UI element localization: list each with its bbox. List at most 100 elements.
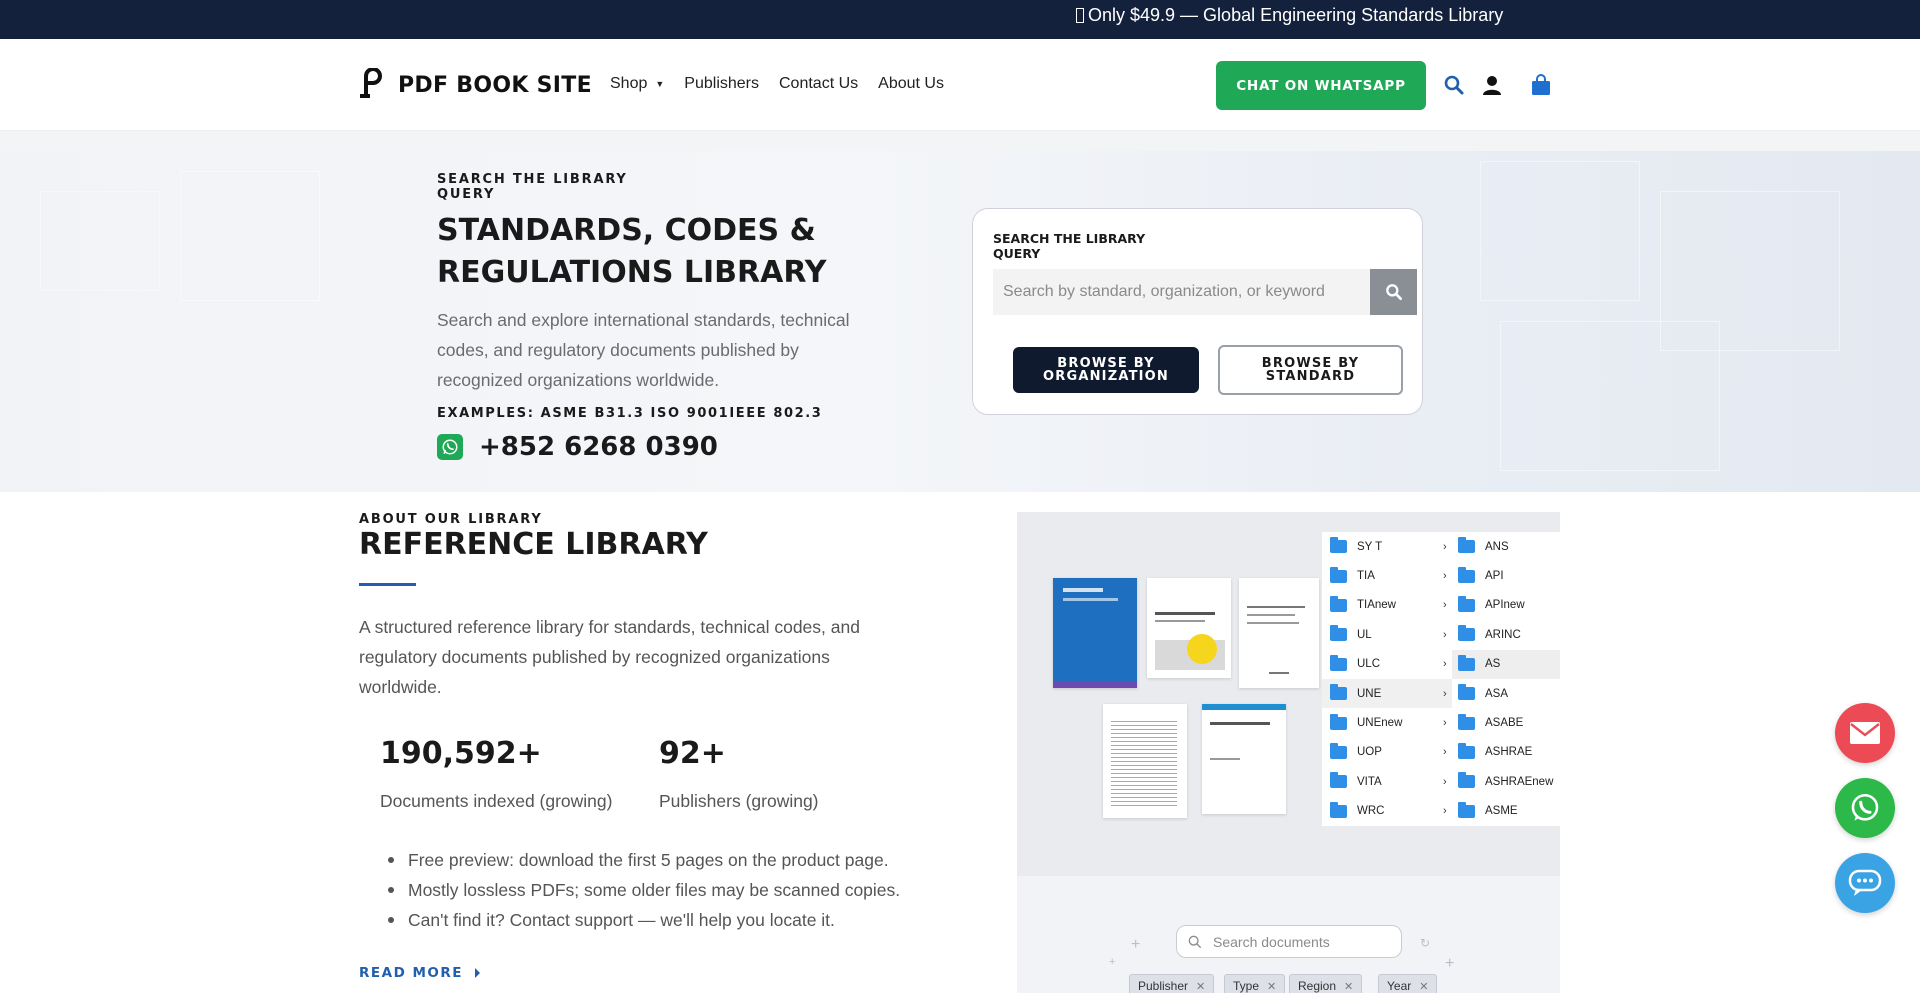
chevron-right-icon: › — [1443, 599, 1447, 612]
folder-icon — [1458, 654, 1475, 671]
folder-row[interactable]: ULC › AS — [1322, 649, 1560, 679]
folder-label: VITA — [1357, 775, 1382, 788]
phone-contact[interactable]: +852 6268 0390 — [437, 432, 718, 462]
nav-item-shop[interactable]: Shop ▼ — [610, 75, 664, 93]
document-thumbnail — [1202, 704, 1286, 814]
stat-publishers: 92+ Publishers (growing) — [659, 736, 819, 812]
announcement-text: Only $49.9 — Global Engineering Standard… — [1088, 5, 1504, 25]
search-input[interactable] — [993, 269, 1375, 315]
folder-row[interactable]: UNEnew › ASABE — [1322, 708, 1560, 737]
hero-eyebrow: SEARCH THE LIBRARY QUERY — [437, 172, 628, 202]
hero-section — [0, 131, 1920, 492]
folder-icon — [1458, 713, 1475, 730]
nav-item-publishers[interactable]: Publishers — [684, 75, 759, 93]
close-icon[interactable]: ✕ — [1196, 980, 1205, 993]
folder-icon — [1330, 742, 1347, 759]
folder-icon — [1458, 684, 1475, 701]
plus-icon: + — [1131, 936, 1141, 953]
chevron-right-icon: › — [1443, 805, 1447, 818]
filter-label: Year — [1387, 979, 1412, 993]
hero-description: Search and explore international standar… — [437, 310, 850, 390]
folder-label: TIA — [1357, 570, 1375, 583]
close-icon[interactable]: ✕ — [1419, 980, 1428, 993]
document-thumbnail — [1239, 578, 1319, 688]
phone-number: +852 6268 0390 — [479, 432, 718, 462]
cart-icon[interactable] — [1529, 73, 1553, 97]
folder-icon — [1330, 713, 1347, 730]
publisher-folder-list: SY T › ANS TIA › API TIAnew › APInew UL › ARINC … — [1322, 532, 1560, 826]
folder-row-selected[interactable]: UNE › ASA — [1322, 678, 1560, 709]
background-tile — [40, 191, 160, 291]
chat-icon — [1848, 869, 1882, 896]
caret-down-icon: ▼ — [655, 79, 665, 89]
page-title: STANDARDS, CODES & REGULATIONS LIBRARY — [437, 213, 827, 290]
filter-chip-type[interactable]: Type ✕ — [1224, 974, 1286, 993]
folder-label: API — [1485, 570, 1504, 583]
folder-icon — [1458, 595, 1475, 612]
search-icon[interactable] — [1442, 73, 1466, 97]
folder-label: ARINC — [1485, 628, 1521, 641]
nav-label: Publishers — [684, 75, 759, 92]
filter-chip-publisher[interactable]: Publisher ✕ — [1129, 974, 1215, 993]
browse-by-standard-button[interactable]: BROWSE BY STANDARD — [1218, 345, 1403, 395]
nav-item-about[interactable]: About Us — [878, 75, 944, 93]
folder-label: TIAnew — [1357, 599, 1396, 612]
library-screenshot: SY T › ANS TIA › API TIAnew › APInew UL › ARINC … — [1017, 512, 1560, 993]
search-submit-button[interactable] — [1370, 269, 1417, 315]
chevron-right-icon: › — [1443, 628, 1447, 641]
list-item: Can't find it? Contact support — we'll h… — [384, 905, 944, 935]
search-card-label: SEARCH THE LIBRARY QUERY — [993, 231, 1146, 261]
folder-row[interactable]: UL › ARINC — [1322, 620, 1560, 649]
folder-row[interactable]: SY T › ANS — [1322, 532, 1560, 561]
whatsapp-float-button[interactable] — [1835, 778, 1895, 838]
list-item: Free preview: download the first 5 pages… — [384, 845, 944, 875]
read-more-label: READ MORE — [359, 965, 463, 981]
search-examples: EXAMPLES: ASME B31.3 ISO 9001IEEE 802.3 — [437, 406, 823, 421]
filter-label: Publisher — [1138, 979, 1189, 993]
announcement-bar: Only $49.9 — Global Engineering Standard… — [0, 0, 1920, 39]
chat-float-button[interactable] — [1835, 853, 1895, 913]
folder-icon — [1330, 684, 1347, 701]
folder-icon — [1458, 537, 1475, 554]
chevron-right-icon: › — [1443, 570, 1447, 583]
site-header: PDF BOOK SITE Shop ▼ Publishers Contact … — [0, 39, 1920, 131]
folder-label: ASHRAEnew — [1485, 775, 1554, 788]
logo-mark-icon — [358, 68, 384, 102]
filter-chip-year[interactable]: Year ✕ — [1378, 974, 1438, 993]
about-eyebrow: ABOUT OUR LIBRARY — [359, 512, 543, 527]
chevron-right-icon: › — [1443, 687, 1447, 700]
folder-icon — [1330, 595, 1347, 612]
browse-by-organization-button[interactable]: BROWSE BY ORGANIZATION — [1013, 347, 1199, 393]
email-float-button[interactable] — [1835, 703, 1895, 763]
folder-label: ANS — [1485, 540, 1509, 553]
close-icon[interactable]: ✕ — [1267, 980, 1276, 993]
folder-row[interactable]: WRC › ASME — [1322, 797, 1560, 826]
nav-item-contact[interactable]: Contact Us — [779, 75, 858, 93]
close-icon[interactable]: ✕ — [1344, 980, 1353, 993]
folder-icon — [1330, 654, 1347, 671]
section-title: REFERENCE LIBRARY — [359, 527, 708, 562]
filter-chip-region[interactable]: Region ✕ — [1289, 974, 1363, 993]
filter-label: Region — [1298, 979, 1337, 993]
site-logo[interactable]: PDF BOOK SITE — [358, 68, 592, 102]
folder-icon — [1458, 801, 1475, 818]
folder-icon — [1330, 772, 1347, 789]
folder-row[interactable]: TIAnew › APInew — [1322, 591, 1560, 620]
stat-documents: 190,592+ Documents indexed (growing) — [380, 736, 612, 812]
stat-value: 190,592+ — [380, 736, 542, 771]
list-item: Mostly lossless PDFs; some older files m… — [384, 875, 944, 905]
document-search-input[interactable]: Search documents — [1176, 925, 1402, 958]
arrow-right-icon — [475, 968, 480, 978]
document-thumbnail — [1103, 704, 1187, 818]
read-more-link[interactable]: READ MORE — [359, 965, 480, 981]
user-icon[interactable] — [1480, 73, 1504, 97]
stat-label: Documents indexed (growing) — [380, 791, 613, 811]
folder-icon — [1330, 537, 1347, 554]
chat-whatsapp-button[interactable]: CHAT ON WHATSAPP — [1216, 61, 1426, 110]
folder-row[interactable]: VITA › ASHRAEnew — [1322, 767, 1560, 796]
folder-row[interactable]: UOP › ASHRAE — [1322, 738, 1560, 767]
folder-icon — [1458, 742, 1475, 759]
folder-row[interactable]: TIA › API — [1322, 561, 1560, 590]
folder-label: ASABE — [1485, 717, 1524, 730]
folder-label: UNEnew — [1357, 717, 1403, 730]
